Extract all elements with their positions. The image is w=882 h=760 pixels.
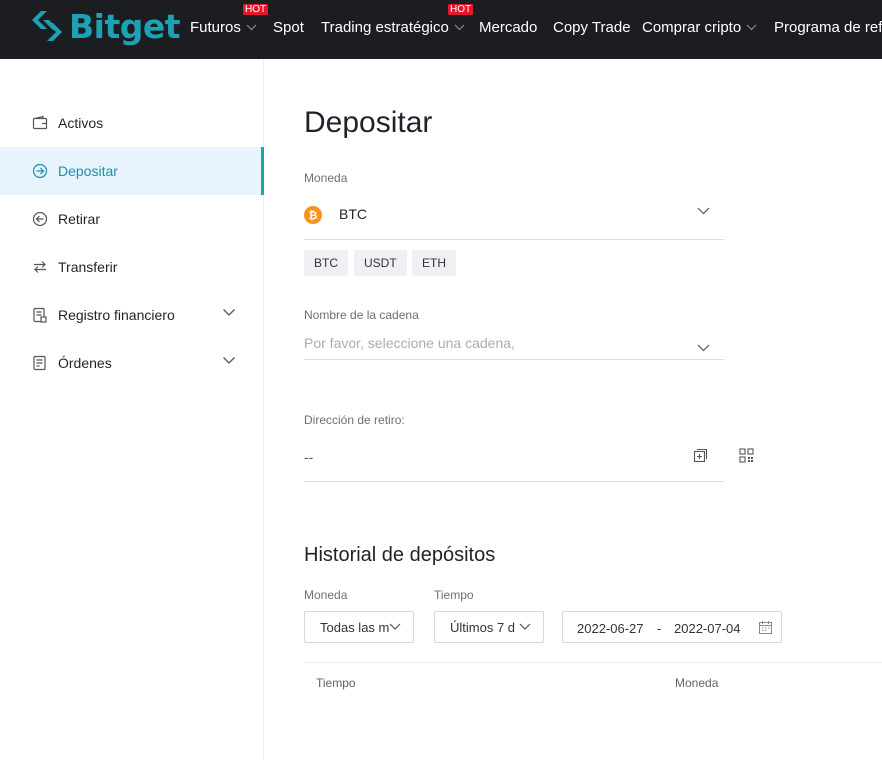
- table-divider: [304, 662, 882, 663]
- chevron-down-icon: [519, 623, 531, 630]
- copy-icon[interactable]: [693, 448, 708, 463]
- sidebar-item-retirar[interactable]: Retirar: [0, 195, 263, 243]
- top-nav: Bitget Futuros HOT Spot Trading estratég…: [0, 0, 882, 59]
- address-field: --: [304, 435, 724, 482]
- chevron-down-icon: [697, 207, 710, 215]
- sidebar-item-transferir[interactable]: Transferir: [0, 243, 263, 291]
- chevron-down-icon: [697, 344, 710, 352]
- brand-name: Bitget: [69, 6, 181, 46]
- wallet-icon: [32, 115, 48, 130]
- nav-item-programa-referidos[interactable]: Programa de refe: [774, 17, 882, 37]
- nav-label: Mercado: [479, 18, 538, 36]
- history-coin-value: Todas las m: [320, 619, 390, 635]
- address-value: --: [304, 449, 314, 465]
- qr-code-icon[interactable]: [739, 448, 754, 463]
- quick-coin-usdt[interactable]: USDT: [354, 250, 407, 276]
- history-time-label: Tiempo: [434, 588, 474, 602]
- history-time-filter[interactable]: Últimos 7 d: [434, 611, 544, 643]
- sidebar-item-label: Órdenes: [58, 355, 112, 371]
- brand-logo[interactable]: Bitget: [29, 6, 181, 46]
- address-label: Dirección de retiro:: [304, 413, 405, 427]
- sidebar-item-label: Retirar: [58, 211, 101, 227]
- nav-item-futuros[interactable]: Futuros HOT: [190, 4, 269, 37]
- chain-label: Nombre de la cadena: [304, 308, 419, 322]
- svg-text:₿: ₿: [309, 209, 318, 222]
- main-content: Depositar Moneda ₿ BTC BTC USDT ETH Nomb…: [265, 59, 882, 760]
- table-header-time: Tiempo: [316, 676, 356, 690]
- history-coin-label: Moneda: [304, 588, 348, 602]
- bitget-logo-icon: [32, 11, 62, 41]
- calendar-icon: [759, 621, 772, 634]
- chevron-down-icon: [454, 24, 465, 30]
- coin-value: BTC: [339, 206, 367, 222]
- history-title: Historial de depósitos: [304, 544, 496, 566]
- nav-label: Comprar cripto: [642, 18, 742, 36]
- nav-item-comprar-cripto[interactable]: Comprar cripto: [642, 17, 757, 37]
- deposit-icon: [32, 163, 48, 179]
- nav-label: Spot: [273, 18, 304, 36]
- nav-label: Copy Trade: [553, 18, 631, 36]
- sidebar-item-ordenes[interactable]: Órdenes: [0, 339, 263, 387]
- chevron-down-icon: [223, 357, 235, 364]
- history-time-value: Últimos 7 d: [450, 619, 516, 635]
- quick-coin-eth[interactable]: ETH: [412, 250, 456, 276]
- sidebar-item-label: Activos: [58, 115, 104, 131]
- date-range-picker[interactable]: 2022-06-27 - 2022-07-04: [562, 611, 782, 643]
- hot-badge: HOT: [243, 4, 269, 15]
- orders-icon: [33, 355, 46, 371]
- quick-coin-btc[interactable]: BTC: [304, 250, 348, 276]
- nav-label: Trading estratégico: [321, 18, 449, 36]
- nav-label: Programa de refe: [774, 18, 882, 36]
- hot-badge: HOT: [448, 4, 474, 15]
- sidebar-item-depositar[interactable]: Depositar: [0, 147, 264, 195]
- transfer-icon: [34, 261, 46, 273]
- date-from: 2022-06-27: [577, 621, 644, 636]
- date-to: 2022-07-04: [674, 621, 741, 636]
- sidebar-item-label: Transferir: [58, 259, 118, 275]
- chevron-down-icon: [389, 623, 401, 630]
- nav-item-trading[interactable]: Trading estratégico HOT: [321, 4, 474, 37]
- date-separator: -: [657, 621, 662, 636]
- chevron-down-icon: [223, 309, 235, 316]
- chain-placeholder: Por favor, seleccione una cadena,: [304, 335, 515, 351]
- nav-item-spot[interactable]: Spot: [273, 17, 304, 37]
- sidebar-item-label: Registro financiero: [58, 307, 175, 323]
- ledger-icon: [33, 307, 47, 323]
- sidebar-item-label: Depositar: [58, 163, 118, 179]
- page-title: Depositar: [304, 106, 433, 139]
- chain-select[interactable]: Por favor, seleccione una cadena,: [304, 329, 724, 360]
- withdraw-icon: [32, 211, 48, 227]
- bitcoin-icon: ₿: [304, 206, 322, 224]
- chevron-down-icon: [746, 24, 757, 30]
- coin-select[interactable]: ₿ BTC: [304, 198, 724, 240]
- sidebar: Activos Depositar Retirar Transferir Reg…: [0, 59, 264, 760]
- chevron-down-icon: [246, 24, 257, 30]
- coin-label: Moneda: [304, 171, 348, 185]
- sidebar-item-registro-financiero[interactable]: Registro financiero: [0, 291, 263, 339]
- nav-item-copy-trade[interactable]: Copy Trade: [553, 17, 631, 37]
- nav-label: Futuros: [190, 18, 241, 36]
- nav-item-mercado[interactable]: Mercado: [479, 17, 537, 37]
- history-coin-filter[interactable]: Todas las m: [304, 611, 414, 643]
- sidebar-item-activos[interactable]: Activos: [0, 99, 263, 147]
- table-header-coin: Moneda: [675, 676, 719, 690]
